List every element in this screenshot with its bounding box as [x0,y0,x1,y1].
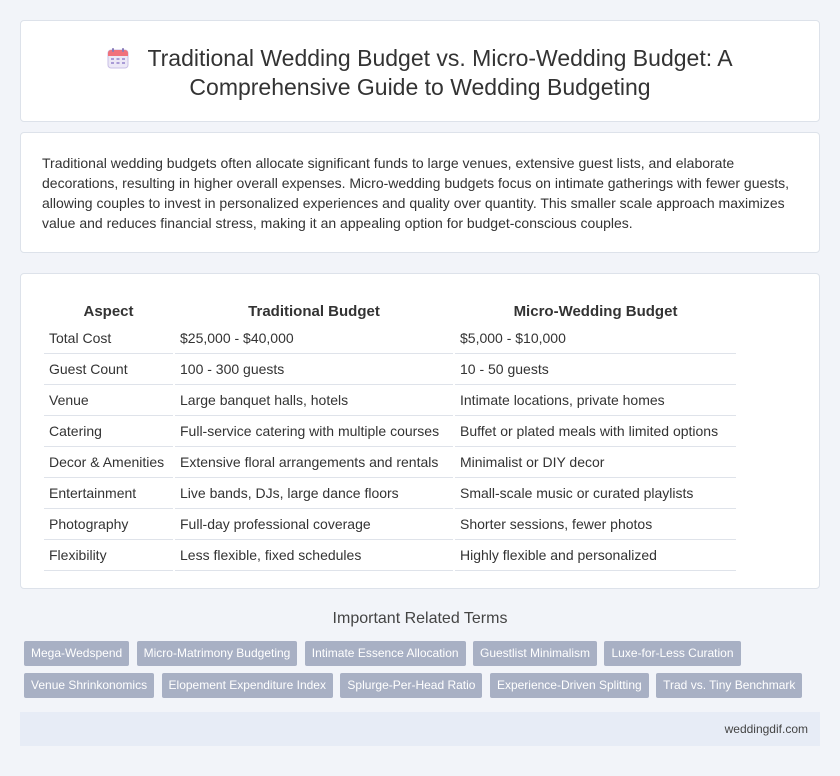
header-micro: Micro-Wedding Budget [513,303,678,320]
comparison-card: Aspect Traditional Budget Micro-Wedding … [20,273,820,589]
aspect-cell: Flexibility [44,540,173,571]
micro-cell: Shorter sessions, fewer photos [455,509,736,540]
traditional-cell: Large banquet halls, hotels [175,385,453,416]
related-terms-tags: Mega-Wedspend Micro-Matrimony Budgeting … [24,641,824,705]
related-term-tag[interactable]: Micro-Matrimony Budgeting [136,641,298,666]
title-line-2: Comprehensive Guide to Wedding Budgeting [189,74,651,100]
micro-cell: Buffet or plated meals with limited opti… [455,416,736,447]
aspect-cell: Guest Count [44,354,173,385]
aspect-cell: Total Cost [44,323,173,354]
micro-cell: $5,000 - $10,000 [455,323,736,354]
traditional-cell: Less flexible, fixed schedules [175,540,453,571]
traditional-cell: Full-service catering with multiple cour… [175,416,453,447]
micro-cell: Highly flexible and personalized [455,540,736,571]
footer-site-link[interactable]: weddingdif.com [725,722,808,736]
micro-cell: 10 - 50 guests [455,354,736,385]
aspect-cell: Decor & Amenities [44,447,173,478]
header-traditional: Traditional Budget [248,303,380,320]
traditional-cell: Live bands, DJs, large dance floors [175,478,453,509]
related-term-tag[interactable]: Trad vs. Tiny Benchmark [656,673,803,698]
related-term-tag[interactable]: Venue Shrinkonomics [24,673,155,698]
intro-card: Traditional wedding budgets often alloca… [20,132,820,253]
related-term-tag[interactable]: Guestlist Minimalism [473,641,598,666]
table-row: Entertainment Live bands, DJs, large dan… [44,478,736,509]
related-term-tag[interactable]: Mega-Wedspend [24,641,130,666]
table-row: Catering Full-service catering with mult… [44,416,736,447]
related-term-tag[interactable]: Intimate Essence Allocation [304,641,466,666]
table-row: Total Cost $25,000 - $40,000 $5,000 - $1… [44,323,736,354]
comparison-table: Aspect Traditional Budget Micro-Wedding … [42,293,738,571]
micro-cell: Small-scale music or curated playlists [455,478,736,509]
calendar-icon [107,47,129,69]
related-term-tag[interactable]: Experience-Driven Splitting [489,673,649,698]
header-aspect: Aspect [83,303,134,320]
traditional-cell: Extensive floral arrangements and rental… [175,447,453,478]
footer: weddingdif.com [20,712,820,746]
title-line-1: Traditional Wedding Budget vs. Micro-Wed… [147,45,733,71]
tag-row: Mega-Wedspend Micro-Matrimony Budgeting … [24,641,824,673]
table-header-row: Aspect Traditional Budget Micro-Wedding … [44,293,736,323]
intro-paragraph: Traditional wedding budgets often alloca… [42,155,790,231]
related-term-tag[interactable]: Splurge-Per-Head Ratio [340,673,483,698]
table-row: Decor & Amenities Extensive floral arran… [44,447,736,478]
table-row: Guest Count 100 - 300 guests 10 - 50 gue… [44,354,736,385]
traditional-cell: 100 - 300 guests [175,354,453,385]
related-term-tag[interactable]: Luxe-for-Less Curation [604,641,741,666]
title-card: Traditional Wedding Budget vs. Micro-Wed… [20,20,820,122]
table-row: Flexibility Less flexible, fixed schedul… [44,540,736,571]
related-terms-title: Important Related Terms [332,610,508,627]
micro-cell: Minimalist or DIY decor [455,447,736,478]
traditional-cell: Full-day professional coverage [175,509,453,540]
tag-row: Venue Shrinkonomics Elopement Expenditur… [24,673,824,705]
page-title: Traditional Wedding Budget vs. Micro-Wed… [21,44,819,102]
table-row: Photography Full-day professional covera… [44,509,736,540]
related-term-tag[interactable]: Elopement Expenditure Index [161,673,333,698]
aspect-cell: Entertainment [44,478,173,509]
table-row: Venue Large banquet halls, hotels Intima… [44,385,736,416]
traditional-cell: $25,000 - $40,000 [175,323,453,354]
aspect-cell: Photography [44,509,173,540]
aspect-cell: Catering [44,416,173,447]
micro-cell: Intimate locations, private homes [455,385,736,416]
aspect-cell: Venue [44,385,173,416]
